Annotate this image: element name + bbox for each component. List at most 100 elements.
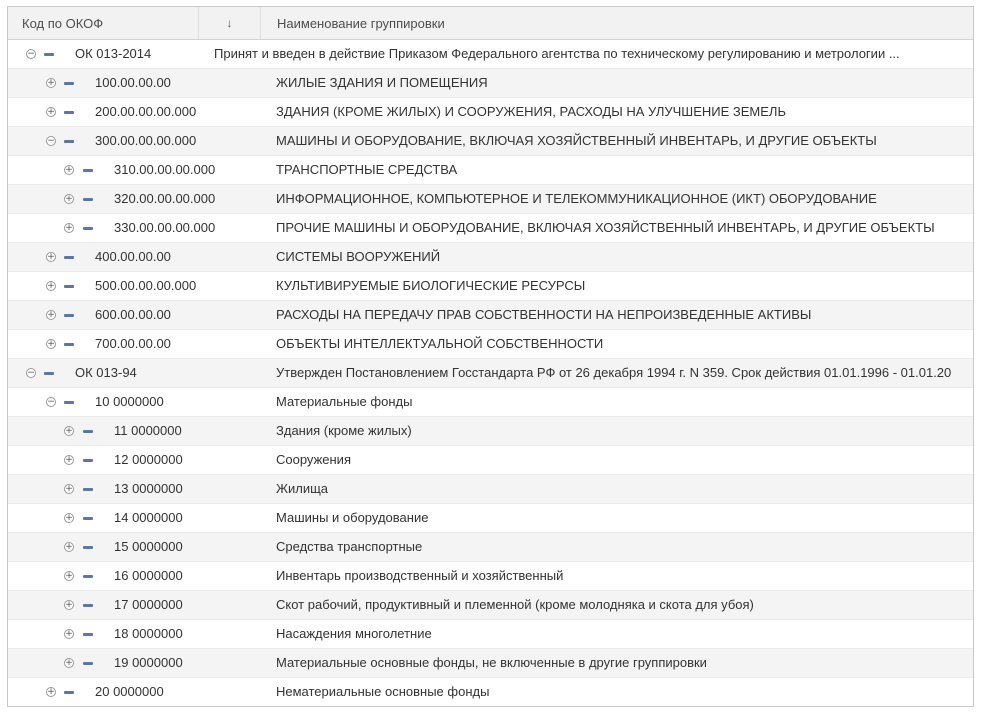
column-header-code-label: Код по ОКОФ [22,15,104,31]
row-name: ЗДАНИЯ (КРОМЕ ЖИЛЫХ) И СООРУЖЕНИЯ, РАСХО… [276,104,786,119]
group-icon [83,459,93,462]
expand-plus-icon[interactable]: + [64,600,74,610]
row-name: Жилища [276,481,329,496]
expand-plus-icon[interactable]: + [46,78,56,88]
expand-plus-icon[interactable]: + [64,165,74,175]
group-icon [64,314,74,317]
group-icon [83,546,93,549]
expand-plus-icon[interactable]: + [64,194,74,204]
expand-plus-icon[interactable]: + [46,107,56,117]
expand-plus-icon[interactable]: + [64,426,74,436]
tree-row[interactable]: +330.00.00.00.000 ПРОЧИЕ МАШИНЫ И ОБОРУДО… [8,214,973,243]
group-icon [64,140,74,143]
tree-row[interactable]: +13 0000000 Жилища [8,475,973,504]
row-name: РАСХОДЫ НА ПЕРЕДАЧУ ПРАВ СОБСТВЕННОСТИ Н… [276,307,812,322]
collapse-minus-icon[interactable]: − [46,397,56,407]
row-code: 700.00.00.00 [95,336,171,351]
tree-row[interactable]: − 300.00.00.00.000 МАШИНЫ И ОБОРУДОВАНИЕ, … [8,127,973,156]
tree-row[interactable]: +18 0000000 Насаждения многолетние [8,620,973,649]
row-name: Утвержден Постановлением Госстандарта РФ… [276,365,952,380]
group-icon [44,53,54,56]
tree-row[interactable]: +17 0000000 Скот рабочий, продуктивный и … [8,591,973,620]
group-icon [83,227,93,230]
row-name: ОБЪЕКТЫ ИНТЕЛЛЕКТУАЛЬНОЙ СОБСТВЕННОСТИ [276,336,604,351]
tree-row[interactable]: +200.00.00.00.000 ЗДАНИЯ (КРОМЕ ЖИЛЫХ) И … [8,98,973,127]
group-icon [83,430,93,433]
okof-tree-grid: Код по ОКОФ ↓ Наименование группировки −… [7,6,974,707]
group-icon [64,691,74,694]
group-icon [64,111,74,114]
expand-plus-icon[interactable]: + [46,310,56,320]
tree-row[interactable]: +19 0000000 Материальные основные фонды, … [8,649,973,678]
row-code: 17 0000000 [114,597,183,612]
row-code: 11 0000000 [114,423,182,438]
tree-row[interactable]: +320.00.00.00.000 ИНФОРМАЦИОННОЕ, КОМПЬЮТ… [8,185,973,214]
row-name: Здания (кроме жилых) [276,423,412,438]
group-icon [83,662,93,665]
row-name: КУЛЬТИВИРУЕМЫЕ БИОЛОГИЧЕСКИЕ РЕСУРСЫ [276,278,586,293]
expand-plus-icon[interactable]: + [64,658,74,668]
row-name: ЖИЛЫЕ ЗДАНИЯ И ПОМЕЩЕНИЯ [276,75,488,90]
group-icon [44,372,54,375]
row-name: Машины и оборудование [276,510,429,525]
row-code: 12 0000000 [114,452,183,467]
row-code: 200.00.00.00.000 [95,104,197,119]
tree-row[interactable]: +12 0000000 Сооружения [8,446,973,475]
row-name: Средства транспортные [276,539,423,554]
group-icon [83,575,93,578]
expand-plus-icon[interactable]: + [64,513,74,523]
expand-plus-icon[interactable]: + [46,252,56,262]
expand-plus-icon[interactable]: + [64,455,74,465]
tree-row[interactable]: − ОК 013-94 Утвержден Постановлением Госст… [8,359,973,388]
row-name: СИСТЕМЫ ВООРУЖЕНИЙ [276,249,441,264]
row-code: 100.00.00.00 [95,75,171,90]
row-code: 20 0000000 [95,684,164,699]
row-code: 16 0000000 [114,568,183,583]
row-name: МАШИНЫ И ОБОРУДОВАНИЕ, ВКЛЮЧАЯ ХОЗЯЙСТВЕ… [276,133,877,148]
row-name: ТРАНСПОРТНЫЕ СРЕДСТВА [276,162,458,177]
row-name: Скот рабочий, продуктивный и племенной (… [276,597,754,612]
collapse-minus-icon[interactable]: − [46,136,56,146]
tree-row[interactable]: +600.00.00.00 РАСХОДЫ НА ПЕРЕДАЧУ ПРАВ СО… [8,301,973,330]
row-name: Материальные фонды [276,394,413,409]
tree-row[interactable]: +400.00.00.00 СИСТЕМЫ ВООРУЖЕНИЙ [8,243,973,272]
row-code: 400.00.00.00 [95,249,171,264]
tree-row[interactable]: +500.00.00.00.000 КУЛЬТИВИРУЕМЫЕ БИОЛОГИЧ… [8,272,973,301]
tree-row[interactable]: +700.00.00.00 ОБЪЕКТЫ ИНТЕЛЛЕКТУАЛЬНОЙ СО… [8,330,973,359]
expand-plus-icon[interactable]: + [46,339,56,349]
tree-row[interactable]: +310.00.00.00.000 ТРАНСПОРТНЫЕ СРЕДСТВА [8,156,973,185]
row-name: ИНФОРМАЦИОННОЕ, КОМПЬЮТЕРНОЕ И ТЕЛЕКОММУ… [276,191,877,206]
column-header-code[interactable]: Код по ОКОФ [8,7,198,39]
tree-row[interactable]: − 10 0000000 Материальные фонды [8,388,973,417]
row-code: 300.00.00.00.000 [95,133,197,148]
tree-row[interactable]: +20 0000000 Нематериальные основные фонды [8,678,973,706]
column-header-name[interactable]: Наименование группировки [260,7,973,39]
group-icon [64,256,74,259]
collapse-minus-icon[interactable]: − [26,368,36,378]
group-icon [83,633,93,636]
tree-row[interactable]: +100.00.00.00 ЖИЛЫЕ ЗДАНИЯ И ПОМЕЩЕНИЯ [8,69,973,98]
row-name: Нематериальные основные фонды [276,684,490,699]
row-name: Принят и введен в действие Приказом Феде… [214,46,900,61]
expand-plus-icon[interactable]: + [46,281,56,291]
tree-row[interactable]: +15 0000000 Средства транспортные [8,533,973,562]
sort-arrow-down-icon[interactable]: ↓ [198,7,260,39]
tree-row[interactable]: +16 0000000 Инвентарь производственный и … [8,562,973,591]
expand-plus-icon[interactable]: + [64,484,74,494]
expand-plus-icon[interactable]: + [64,223,74,233]
tree-row[interactable]: +14 0000000 Машины и оборудование [8,504,973,533]
row-code: ОК 013-2014 [75,46,152,61]
row-name: Насаждения многолетние [276,626,432,641]
expand-plus-icon[interactable]: + [46,687,56,697]
row-code: 13 0000000 [114,481,183,496]
row-code: 600.00.00.00 [95,307,171,322]
tree-row[interactable]: − ОК 013-2014 Принят и введен в действие П… [8,40,973,69]
expand-plus-icon[interactable]: + [64,571,74,581]
expand-plus-icon[interactable]: + [64,542,74,552]
group-icon [64,82,74,85]
collapse-minus-icon[interactable]: − [26,49,36,59]
tree-row[interactable]: +11 0000000 Здания (кроме жилых) [8,417,973,446]
row-code: 330.00.00.00.000 [114,220,216,235]
group-icon [83,488,93,491]
expand-plus-icon[interactable]: + [64,629,74,639]
